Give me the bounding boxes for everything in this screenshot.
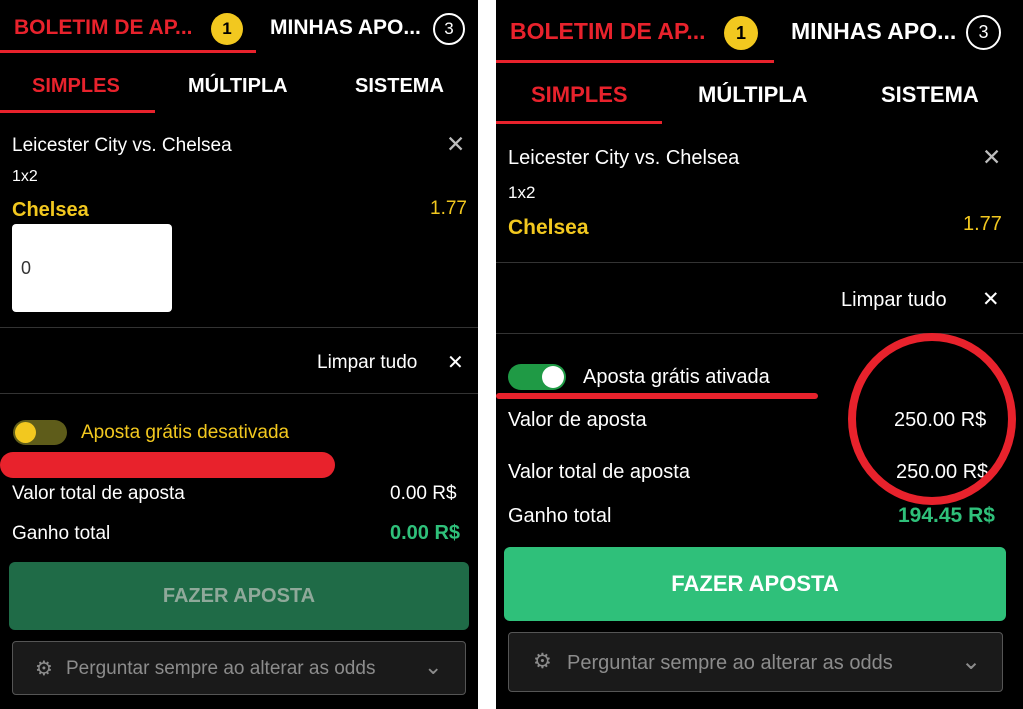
total-stake-label: Valor total de aposta [508,461,690,483]
gear-icon: ⚙ [533,650,552,673]
selection-odds: 1.77 [430,198,467,219]
free-bet-toggle[interactable] [13,420,67,445]
divider [0,393,478,394]
market-name: 1x2 [12,168,38,185]
tab-betslip-underline [0,50,256,53]
stake-input-value: 0 [21,258,32,278]
betslip-count-badge: 1 [211,13,243,45]
total-win-label: Ganho total [12,523,111,544]
close-icon[interactable]: ✕ [982,287,1000,312]
odds-change-select[interactable]: ⚙ Perguntar sempre ao alterar as odds ⌄ [12,641,466,695]
total-win-value: 194.45 R$ [898,504,995,527]
close-icon[interactable]: ✕ [446,131,465,158]
total-win-label: Ganho total [508,505,612,527]
subtab-single-underline [0,110,155,113]
subtab-system[interactable]: SISTEMA [881,82,979,108]
divider [496,262,1023,263]
place-bet-label: FAZER APOSTA [671,571,839,596]
betslip-panel-before: BOLETIM DE AP... 1 MINHAS APO... 3 SIMPL… [0,0,478,709]
tab-my-bets[interactable]: MINHAS APO... [791,18,956,45]
subtab-multiple[interactable]: MÚLTIPLA [188,75,288,98]
annotation-red-underline [496,393,818,399]
free-bet-label: Aposta grátis desativada [81,422,290,443]
clear-all-link[interactable]: Limpar tudo [841,289,947,312]
total-stake-label: Valor total de aposta [12,483,185,504]
free-bet-label: Aposta grátis ativada [583,366,770,388]
selection-name: Chelsea [508,216,589,239]
stake-label: Valor de aposta [508,409,647,431]
subtab-single[interactable]: SIMPLES [531,82,628,108]
selection-odds: 1.77 [963,213,1002,235]
event-name: Leicester City vs. Chelsea [12,135,232,156]
annotation-red-circle [848,333,1016,505]
market-name: 1x2 [508,183,536,202]
place-bet-label: FAZER APOSTA [162,584,316,607]
tab-betslip-underline [496,60,774,63]
chevron-down-icon: ⌄ [961,648,982,675]
betslip-count-badge: 1 [724,16,758,50]
my-bets-count-badge: 3 [966,15,1001,50]
clear-all-link[interactable]: Limpar tudo [317,352,417,374]
selection-name: Chelsea [12,199,89,221]
place-bet-button[interactable]: FAZER APOSTA [504,547,1006,621]
toggle-knob [542,366,564,388]
odds-change-label: Perguntar sempre ao alterar as odds [567,652,893,674]
close-icon[interactable]: ✕ [447,350,464,375]
place-bet-button[interactable]: FAZER APOSTA [9,562,469,630]
subtab-multiple[interactable]: MÚLTIPLA [698,82,808,108]
close-icon[interactable]: ✕ [982,144,1001,171]
odds-change-select[interactable]: ⚙ Perguntar sempre ao alterar as odds ⌄ [508,632,1003,692]
divider [0,327,478,328]
tab-my-bets[interactable]: MINHAS APO... [270,16,421,40]
free-bet-toggle[interactable] [508,364,566,390]
odds-change-label: Perguntar sempre ao alterar as odds [66,658,376,679]
tab-betslip[interactable]: BOLETIM DE AP... [510,18,706,45]
gear-icon: ⚙ [35,658,53,680]
betslip-panel-after: BOLETIM DE AP... 1 MINHAS APO... 3 SIMPL… [496,0,1023,709]
chevron-down-icon: ⌄ [424,654,443,679]
annotation-red-underline [0,452,335,478]
tab-betslip[interactable]: BOLETIM DE AP... [14,16,193,40]
subtab-single[interactable]: SIMPLES [32,75,120,98]
stake-input[interactable]: 0 [12,224,172,312]
toggle-knob [15,422,36,443]
total-win-value: 0.00 R$ [390,522,461,544]
subtab-system[interactable]: SISTEMA [355,75,444,98]
subtab-single-underline [496,121,662,124]
my-bets-count-badge: 3 [433,13,465,45]
total-stake-value: 0.00 R$ [390,483,457,504]
event-name: Leicester City vs. Chelsea [508,147,740,169]
